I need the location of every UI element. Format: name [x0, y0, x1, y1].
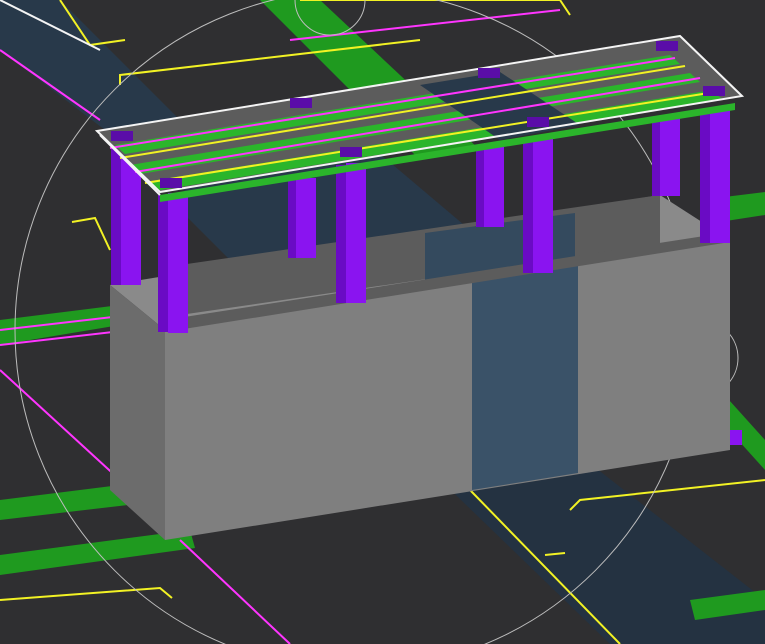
- magenta-line: [179, 539, 291, 644]
- column[interactable]: [476, 143, 504, 227]
- yellow-line: [71, 216, 111, 251]
- canopy-corner-cap: [290, 98, 312, 108]
- canopy-corner-cap: [527, 117, 549, 127]
- column[interactable]: [336, 163, 366, 303]
- ground-marker: [730, 430, 742, 445]
- magenta-line: [0, 369, 121, 481]
- solid-wall[interactable]: [110, 195, 730, 540]
- canopy-frame[interactable]: [94, 34, 745, 202]
- canopy-corner-cap: [111, 131, 133, 141]
- column[interactable]: [523, 136, 553, 273]
- canopy-corner-cap: [703, 86, 725, 96]
- 3d-viewport[interactable]: [0, 0, 765, 644]
- canopy-corner-cap: [478, 68, 500, 78]
- canopy-corner-cap: [340, 147, 362, 157]
- canopy-corner-cap: [656, 41, 678, 51]
- column[interactable]: [288, 178, 316, 258]
- column[interactable]: [652, 116, 680, 196]
- scene-canvas[interactable]: [0, 0, 765, 644]
- column[interactable]: [700, 108, 730, 243]
- column[interactable]: [158, 193, 188, 333]
- wall-blue-panel-front: [472, 262, 578, 490]
- canopy-corner-cap: [160, 178, 182, 188]
